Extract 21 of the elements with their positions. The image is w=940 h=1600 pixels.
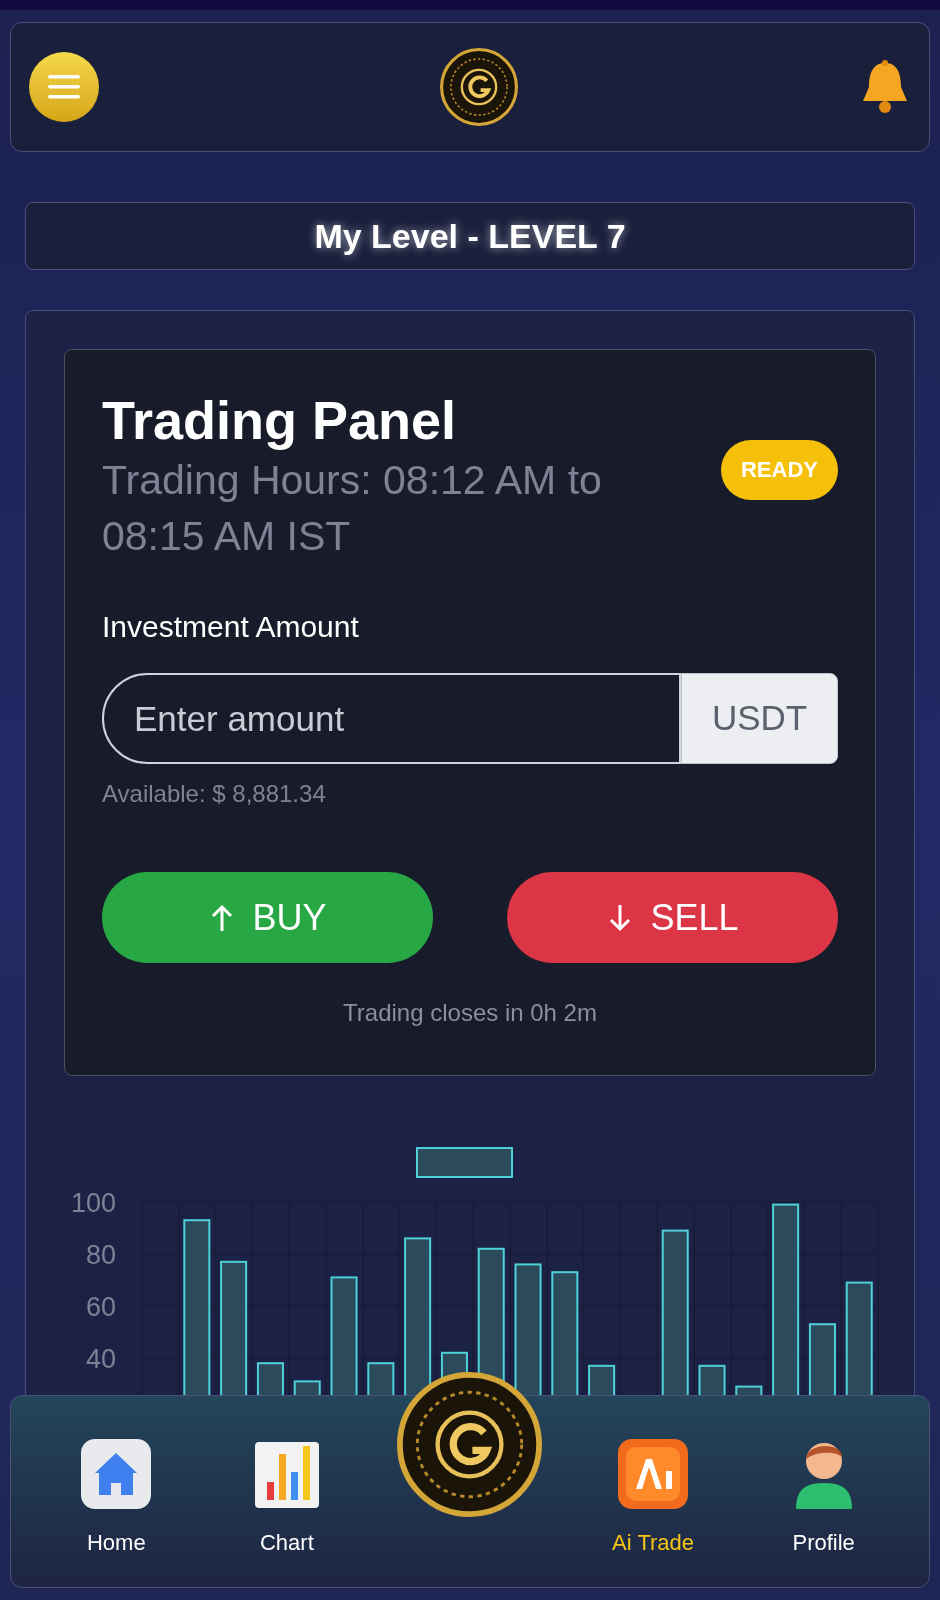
home-icon — [79, 1437, 154, 1511]
axis-label: 100 — [70, 1188, 116, 1218]
status-badge: READY — [721, 440, 838, 500]
nav-tab[interactable]: Home — [56, 1436, 177, 1559]
axis-label: 40 — [85, 1344, 116, 1374]
sell-button[interactable]: SELL — [507, 872, 838, 963]
panel-title: Trading Panel — [102, 389, 458, 452]
amount-field[interactable]: Enter amount — [102, 673, 682, 764]
unit-label: USDT — [681, 673, 838, 764]
ai-icon — [616, 1437, 691, 1511]
level-text: My Level - LEVEL 7 — [314, 215, 626, 257]
countdown-text: Trading closes in 0h 2m — [342, 998, 598, 1028]
nav-tab[interactable]: Chart — [226, 1436, 347, 1559]
nav-tab[interactable]: Profile — [763, 1436, 884, 1559]
trading-hours: Trading Hours: 08:12 AM to 08:15 AM IST — [102, 456, 603, 561]
nav-tab[interactable]: Ai Trade — [593, 1436, 714, 1559]
field-label: Investment Amount — [102, 609, 360, 645]
axis-label: 60 — [85, 1292, 116, 1322]
menu-icon — [48, 75, 80, 99]
available-balance: Available: $ 8,881.34 — [102, 779, 327, 809]
axis-label: 80 — [85, 1240, 116, 1270]
